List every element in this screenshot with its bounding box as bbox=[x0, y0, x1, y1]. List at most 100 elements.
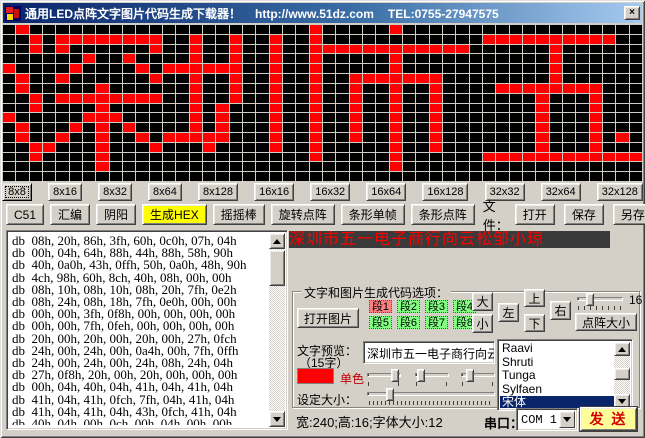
led-cell-off[interactable] bbox=[163, 104, 175, 113]
led-cell-off[interactable] bbox=[510, 64, 522, 73]
led-cell-on[interactable] bbox=[310, 113, 322, 122]
led-cell-off[interactable] bbox=[336, 25, 348, 34]
led-cell-off[interactable] bbox=[136, 113, 148, 122]
led-cell-off[interactable] bbox=[256, 35, 268, 44]
led-cell-off[interactable] bbox=[630, 74, 642, 83]
led-cell-on[interactable] bbox=[390, 25, 402, 34]
led-cell-off[interactable] bbox=[616, 74, 628, 83]
led-cell-on[interactable] bbox=[563, 84, 575, 93]
led-cell-off[interactable] bbox=[523, 162, 535, 171]
led-cell-off[interactable] bbox=[176, 162, 188, 171]
led-cell-on[interactable] bbox=[310, 94, 322, 103]
led-cell-on[interactable] bbox=[270, 54, 282, 63]
led-cell-off[interactable] bbox=[536, 74, 548, 83]
led-cell-on[interactable] bbox=[190, 54, 202, 63]
led-cell-off[interactable] bbox=[3, 45, 15, 54]
led-cell-off[interactable] bbox=[510, 143, 522, 152]
dot-size-slider-thumb[interactable] bbox=[586, 293, 594, 306]
led-cell-off[interactable] bbox=[603, 25, 615, 34]
led-cell-on[interactable] bbox=[3, 64, 15, 73]
led-cell-on[interactable] bbox=[3, 113, 15, 122]
led-cell-off[interactable] bbox=[590, 64, 602, 73]
led-cell-off[interactable] bbox=[336, 94, 348, 103]
led-cell-off[interactable] bbox=[496, 113, 508, 122]
led-cell-off[interactable] bbox=[496, 123, 508, 132]
led-cell-off[interactable] bbox=[43, 64, 55, 73]
led-cell-on[interactable] bbox=[270, 35, 282, 44]
led-cell-off[interactable] bbox=[136, 172, 148, 181]
led-cell-off[interactable] bbox=[510, 162, 522, 171]
led-cell-off[interactable] bbox=[323, 84, 335, 93]
led-cell-off[interactable] bbox=[203, 113, 215, 122]
led-cell-off[interactable] bbox=[576, 123, 588, 132]
led-cell-off[interactable] bbox=[56, 104, 68, 113]
led-cell-on[interactable] bbox=[30, 153, 42, 162]
led-cell-on[interactable] bbox=[83, 113, 95, 122]
led-cell-on[interactable] bbox=[96, 113, 108, 122]
led-cell-on[interactable] bbox=[96, 104, 108, 113]
led-cell-off[interactable] bbox=[576, 64, 588, 73]
led-cell-on[interactable] bbox=[230, 64, 242, 73]
led-cell-off[interactable] bbox=[243, 54, 255, 63]
led-cell-on[interactable] bbox=[270, 74, 282, 83]
led-cell-off[interactable] bbox=[270, 172, 282, 181]
led-cell-off[interactable] bbox=[323, 35, 335, 44]
led-cell-off[interactable] bbox=[443, 25, 455, 34]
led-cell-off[interactable] bbox=[483, 64, 495, 73]
led-cell-on[interactable] bbox=[270, 84, 282, 93]
led-cell-off[interactable] bbox=[376, 172, 388, 181]
led-cell-off[interactable] bbox=[296, 94, 308, 103]
led-cell-off[interactable] bbox=[256, 172, 268, 181]
led-cell-off[interactable] bbox=[416, 64, 428, 73]
led-cell-off[interactable] bbox=[456, 153, 468, 162]
led-cell-off[interactable] bbox=[616, 35, 628, 44]
led-cell-off[interactable] bbox=[230, 25, 242, 34]
led-cell-off[interactable] bbox=[603, 113, 615, 122]
led-cell-on[interactable] bbox=[123, 94, 135, 103]
led-cell-off[interactable] bbox=[403, 35, 415, 44]
led-cell-off[interactable] bbox=[43, 45, 55, 54]
led-cell-off[interactable] bbox=[603, 84, 615, 93]
led-cell-off[interactable] bbox=[203, 94, 215, 103]
led-cell-off[interactable] bbox=[30, 84, 42, 93]
led-cell-on[interactable] bbox=[416, 74, 428, 83]
led-cell-on[interactable] bbox=[230, 84, 242, 93]
led-cell-on[interactable] bbox=[536, 94, 548, 103]
led-cell-off[interactable] bbox=[163, 162, 175, 171]
led-cell-off[interactable] bbox=[43, 162, 55, 171]
led-cell-off[interactable] bbox=[56, 153, 68, 162]
color-swatch[interactable] bbox=[297, 368, 334, 384]
led-cell-on[interactable] bbox=[390, 74, 402, 83]
led-cell-off[interactable] bbox=[323, 54, 335, 63]
led-cell-off[interactable] bbox=[110, 54, 122, 63]
led-cell-off[interactable] bbox=[216, 162, 228, 171]
led-cell-off[interactable] bbox=[483, 113, 495, 122]
led-cell-off[interactable] bbox=[456, 84, 468, 93]
led-cell-off[interactable] bbox=[163, 54, 175, 63]
led-cell-off[interactable] bbox=[123, 113, 135, 122]
led-cell-off[interactable] bbox=[443, 64, 455, 73]
led-cell-off[interactable] bbox=[216, 94, 228, 103]
led-cell-off[interactable] bbox=[350, 25, 362, 34]
led-cell-off[interactable] bbox=[456, 25, 468, 34]
led-cell-off[interactable] bbox=[3, 25, 15, 34]
led-cell-on[interactable] bbox=[496, 153, 508, 162]
led-cell-off[interactable] bbox=[83, 172, 95, 181]
led-cell-off[interactable] bbox=[390, 35, 402, 44]
led-cell-off[interactable] bbox=[56, 84, 68, 93]
led-cell-off[interactable] bbox=[283, 143, 295, 152]
led-cell-off[interactable] bbox=[430, 25, 442, 34]
led-cell-off[interactable] bbox=[496, 74, 508, 83]
led-cell-on[interactable] bbox=[630, 153, 642, 162]
segment-段7[interactable]: 段7 bbox=[425, 316, 448, 329]
led-cell-off[interactable] bbox=[470, 153, 482, 162]
led-cell-off[interactable] bbox=[430, 153, 442, 162]
led-cell-off[interactable] bbox=[510, 104, 522, 113]
led-cell-off[interactable] bbox=[243, 104, 255, 113]
led-cell-off[interactable] bbox=[3, 123, 15, 132]
led-cell-on[interactable] bbox=[590, 133, 602, 142]
led-cell-on[interactable] bbox=[590, 143, 602, 152]
led-cell-off[interactable] bbox=[443, 172, 455, 181]
led-cell-off[interactable] bbox=[590, 74, 602, 83]
led-cell-off[interactable] bbox=[176, 143, 188, 152]
